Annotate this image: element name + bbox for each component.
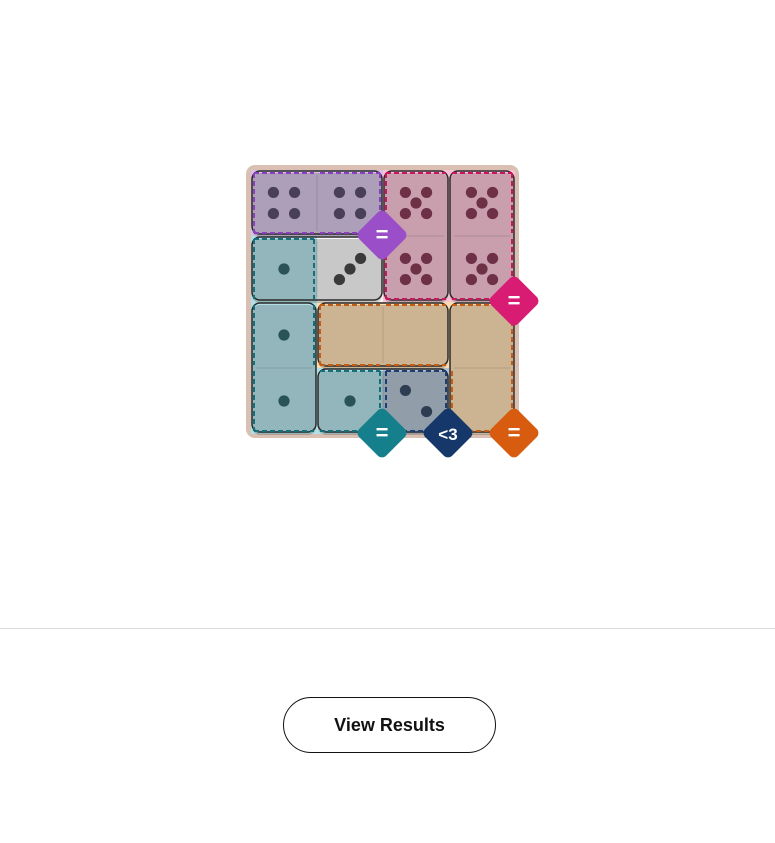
domino-pip <box>399 186 412 199</box>
section-divider <box>0 628 775 629</box>
domino-shadow <box>252 305 316 435</box>
domino-pip <box>410 197 422 209</box>
domino-pip <box>465 273 478 286</box>
domino-pip <box>354 252 367 265</box>
domino-shadow <box>450 173 514 303</box>
view-results-button[interactable]: View Results <box>283 697 496 753</box>
domino-pip <box>465 252 478 265</box>
domino-pip <box>486 273 499 286</box>
domino-pip <box>486 186 499 199</box>
domino-pip <box>278 395 290 407</box>
domino-pip <box>476 197 488 209</box>
domino-tile[interactable] <box>317 302 449 369</box>
domino-tile[interactable] <box>449 170 515 303</box>
domino-pip <box>420 207 433 220</box>
domino-pip <box>267 207 280 220</box>
domino-tile[interactable] <box>251 236 383 303</box>
badge-label: = <box>508 288 521 313</box>
domino-pip <box>420 252 433 265</box>
domino-pip <box>354 186 367 199</box>
domino-shadow <box>450 305 514 435</box>
domino-tile[interactable] <box>449 302 515 435</box>
domino-pip <box>486 252 499 265</box>
domino-pip <box>333 273 346 286</box>
domino-pip <box>288 186 301 199</box>
domino-pip <box>288 207 301 220</box>
domino-pip <box>333 207 346 220</box>
domino-pip <box>344 263 356 275</box>
domino-pip <box>399 273 412 286</box>
domino-pip <box>267 186 280 199</box>
domino-pip <box>278 329 290 341</box>
domino-pip <box>410 263 422 275</box>
domino-pip <box>420 186 433 199</box>
badge-label: = <box>376 222 389 247</box>
domino-pip <box>278 263 290 275</box>
domino-pip <box>420 273 433 286</box>
domino-pip <box>344 395 356 407</box>
badge-label: <3 <box>438 425 457 444</box>
domino-pip <box>354 207 367 220</box>
domino-pip <box>486 207 499 220</box>
domino-tile[interactable] <box>251 302 317 435</box>
domino-pip <box>333 186 346 199</box>
domino-pip <box>399 384 412 397</box>
domino-pip <box>465 207 478 220</box>
domino-tile[interactable] <box>251 170 383 237</box>
domino-pip <box>476 263 488 275</box>
badge-label: = <box>376 420 389 445</box>
domino-pip <box>399 252 412 265</box>
domino-pip <box>420 405 433 418</box>
badge-label: = <box>508 420 521 445</box>
domino-pip <box>399 207 412 220</box>
domino-pip <box>465 186 478 199</box>
